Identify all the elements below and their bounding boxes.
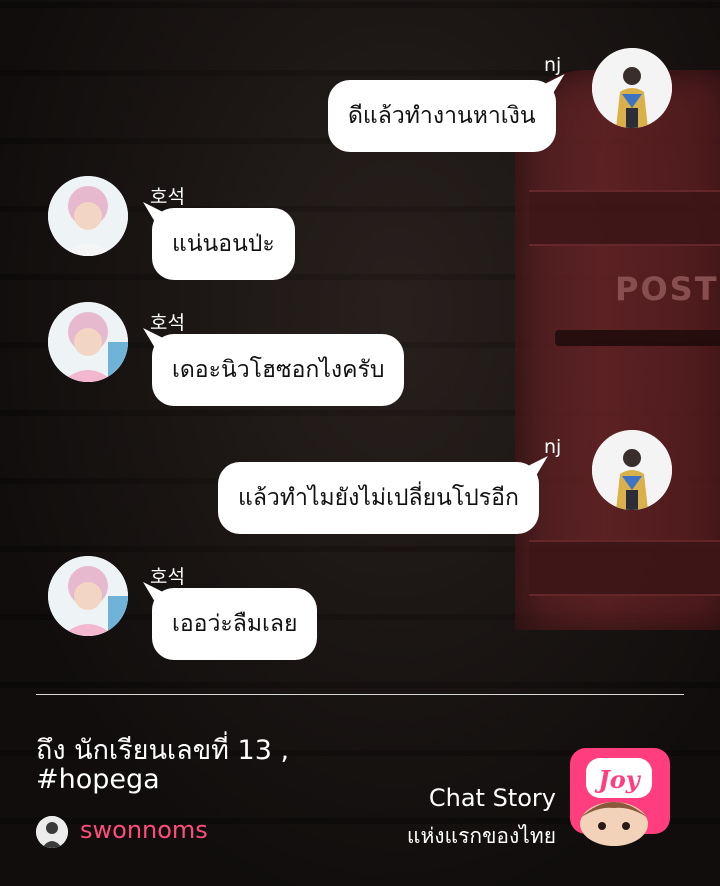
sender-name: nj xyxy=(544,54,562,76)
message-bubble: เออว่ะลืมเลย xyxy=(152,588,318,660)
sender-name: 호석 xyxy=(150,566,185,588)
message-bubble: แน่นอนป่ะ xyxy=(152,208,295,280)
message-bubble: เดอะนิวโฮซอกไงครับ xyxy=(152,334,405,406)
footer-divider xyxy=(36,694,684,695)
author-name-link[interactable]: swonnoms xyxy=(80,816,208,844)
person-icon xyxy=(592,430,672,510)
person-icon xyxy=(48,302,128,382)
person-icon xyxy=(592,48,672,128)
avatar-nj[interactable] xyxy=(592,48,672,128)
brand-title: Chat Story xyxy=(428,784,556,812)
sender-name: 호석 xyxy=(150,312,185,334)
message-bubble: ดีแล้วทำงานหาเงิน xyxy=(328,80,556,152)
joy-logo: Joy xyxy=(570,748,670,848)
message-bubble: แล้วทำไมยังไม่เปลี่ยนโปรอีก xyxy=(218,462,539,534)
sender-name: nj xyxy=(544,436,562,458)
postbox-band xyxy=(529,190,720,246)
avatar-hoseok[interactable] xyxy=(48,302,128,382)
caption-hashtag[interactable]: #hopega xyxy=(36,764,160,795)
postbox-background-image: POST xyxy=(515,70,720,630)
postbox-slot xyxy=(555,330,720,346)
sender-name: 호석 xyxy=(150,186,185,208)
brand-subtitle: แห่งแรกของไทย xyxy=(406,824,556,848)
avatar-nj[interactable] xyxy=(592,430,672,510)
joy-badge-text: Joy xyxy=(594,765,641,794)
person-icon xyxy=(48,556,128,636)
avatar-hoseok[interactable] xyxy=(48,556,128,636)
postbox-band xyxy=(529,540,720,596)
person-icon xyxy=(36,816,68,848)
author-avatar[interactable] xyxy=(36,816,68,848)
joy-badge-icon: Joy xyxy=(570,748,670,846)
person-icon xyxy=(48,176,128,256)
postbox-label: POST xyxy=(615,270,719,308)
avatar-hoseok[interactable] xyxy=(48,176,128,256)
